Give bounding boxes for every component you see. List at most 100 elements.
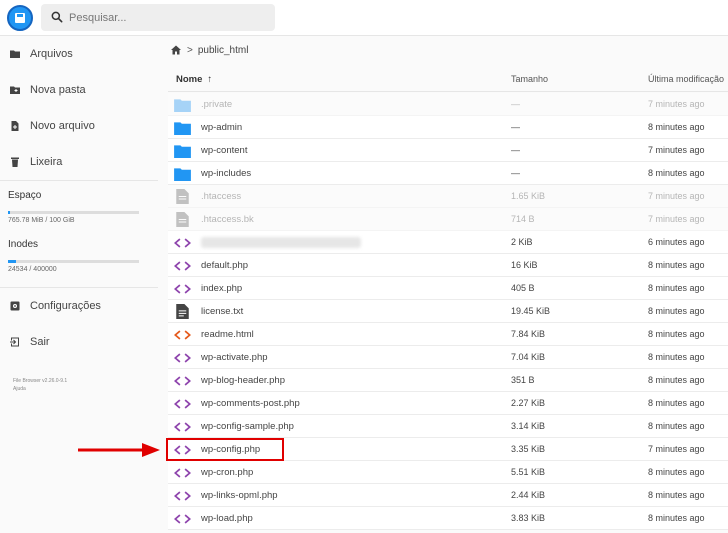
breadcrumb-item[interactable]: public_html: [198, 45, 249, 56]
home-icon[interactable]: [170, 44, 182, 56]
table-row[interactable]: license.txt 19.45 KiB 8 minutes ago: [168, 300, 728, 323]
new-folder-icon: [10, 86, 20, 94]
file-name: wp-cron.php: [201, 467, 254, 478]
column-header-name[interactable]: Nome ↑: [176, 74, 212, 85]
trash-icon: [11, 157, 19, 167]
file-browser-logo[interactable]: [7, 5, 33, 31]
inodes-bar-fill: [8, 260, 16, 263]
table-row[interactable]: wp-config-sample.php 3.14 KiB 8 minutes ag…: [168, 415, 728, 438]
search-input[interactable]: [69, 8, 269, 27]
file-modified: 6 minutes ago: [648, 237, 705, 247]
sidebar-item-label: Nova pasta: [30, 84, 86, 96]
folder-icon: [173, 98, 191, 112]
sidebar-item-label: Arquivos: [30, 48, 73, 60]
file-type-icon: [173, 166, 191, 181]
file-modified: 8 minutes ago: [648, 398, 705, 408]
file-name: index.php: [201, 283, 243, 294]
new-file-icon: [11, 121, 19, 131]
table-row[interactable]: wp-content — 7 minutes ago: [168, 139, 728, 162]
sidebar-item-new-folder[interactable]: Nova pasta: [0, 73, 158, 107]
file-type-icon: [173, 350, 191, 365]
code-icon: [173, 490, 191, 501]
file-name: .private: [201, 99, 233, 110]
file-modified: 7 minutes ago: [648, 214, 705, 224]
sidebar-item-label: Novo arquivo: [30, 120, 95, 132]
table-row[interactable]: .private — 7 minutes ago: [168, 93, 728, 116]
help-link[interactable]: Ajuda: [13, 385, 67, 393]
file-icon: [175, 212, 189, 227]
code-icon: [173, 352, 191, 363]
table-row[interactable]: 2 KiB 6 minutes ago: [168, 231, 728, 254]
file-type-icon: [173, 488, 191, 503]
file-type-icon: [173, 258, 191, 273]
table-row[interactable]: .htaccess.bk 714 B 7 minutes ago: [168, 208, 728, 231]
sidebar: Arquivos Nova pasta Novo arquivo Lixeira…: [0, 36, 158, 533]
file-size: 7.84 KiB: [511, 329, 546, 339]
file-size: 7.04 KiB: [511, 352, 546, 362]
table-row[interactable]: wp-admin — 8 minutes ago: [168, 116, 728, 139]
table-row[interactable]: wp-comments-post.php 2.27 KiB 8 minutes ag…: [168, 392, 728, 415]
search-box[interactable]: [41, 4, 275, 31]
sidebar-item-trash[interactable]: Lixeira: [0, 145, 158, 179]
table-row[interactable]: wp-cron.php 5.51 KiB 8 minutes ago: [168, 461, 728, 484]
file-size: 351 B: [511, 375, 535, 385]
file-name: wp-links-opml.php: [201, 490, 278, 501]
sidebar-item-settings[interactable]: Configurações: [0, 289, 158, 323]
table-row[interactable]: wp-activate.php 7.04 KiB 8 minutes ago: [168, 346, 728, 369]
table-row[interactable]: wp-load.php 3.83 KiB 8 minutes ago: [168, 507, 728, 530]
sidebar-item-new-file[interactable]: Novo arquivo: [0, 109, 158, 143]
table-row[interactable]: index.php 405 B 8 minutes ago: [168, 277, 728, 300]
floppy-disk-icon: [15, 13, 25, 23]
file-name: readme.html: [201, 329, 254, 340]
highlight-box: [166, 438, 284, 461]
file-modified: 7 minutes ago: [648, 145, 705, 155]
file-size: —: [511, 122, 520, 132]
file-name: wp-config-sample.php: [201, 421, 294, 432]
folder-icon: [10, 50, 20, 58]
table-row[interactable]: wp-includes — 8 minutes ago: [168, 162, 728, 185]
code-icon: [173, 375, 191, 386]
code-icon: [173, 421, 191, 432]
code-icon: [173, 513, 191, 524]
table-row[interactable]: wp-links-opml.php 2.44 KiB 8 minutes ago: [168, 484, 728, 507]
html-code-icon: [173, 329, 191, 340]
file-modified: 8 minutes ago: [648, 329, 705, 339]
file-name: license.txt: [201, 306, 244, 317]
sort-arrow-icon: ↑: [207, 74, 213, 85]
file-type-icon: [173, 419, 191, 434]
file-modified: 8 minutes ago: [648, 467, 705, 477]
code-icon: [173, 237, 191, 248]
file-name: .htaccess: [201, 191, 242, 202]
file-size: 1.65 KiB: [511, 191, 546, 201]
file-modified: 8 minutes ago: [648, 513, 705, 523]
table-row[interactable]: default.php 16 KiB 8 minutes ago: [168, 254, 728, 277]
sidebar-item-label: Configurações: [30, 300, 101, 312]
file-modified: 8 minutes ago: [648, 352, 705, 362]
folder-icon: [173, 144, 191, 158]
file-type-icon: [173, 281, 191, 296]
file-type-icon: [173, 120, 191, 135]
file-type-icon: [173, 189, 191, 204]
code-icon: [173, 398, 191, 409]
column-header-modified[interactable]: Última modificação: [648, 74, 724, 84]
sidebar-item-files[interactable]: Arquivos: [0, 37, 158, 71]
storage-bar-fill: [8, 211, 10, 214]
file-modified: 8 minutes ago: [648, 168, 705, 178]
column-header-size[interactable]: Tamanho: [511, 74, 548, 84]
table-row[interactable]: .htaccess 1.65 KiB 7 minutes ago: [168, 185, 728, 208]
code-icon: [173, 283, 191, 294]
file-size: 5.51 KiB: [511, 467, 546, 477]
file-type-icon: [173, 511, 191, 526]
file-name: wp-load.php: [201, 513, 253, 524]
sidebar-item-logout[interactable]: Sair: [0, 325, 158, 359]
file-type-icon: [173, 327, 191, 342]
file-type-icon: [173, 212, 191, 227]
file-modified: 8 minutes ago: [648, 260, 705, 270]
file-type-icon: [173, 304, 191, 319]
folder-icon: [173, 167, 191, 181]
table-row[interactable]: readme.html 7.84 KiB 8 minutes ago: [168, 323, 728, 346]
chevron-right-icon: >: [187, 44, 193, 56]
top-bar: [0, 0, 728, 36]
file-size: 2 KiB: [511, 237, 533, 247]
table-row[interactable]: wp-blog-header.php 351 B 8 minutes ago: [168, 369, 728, 392]
